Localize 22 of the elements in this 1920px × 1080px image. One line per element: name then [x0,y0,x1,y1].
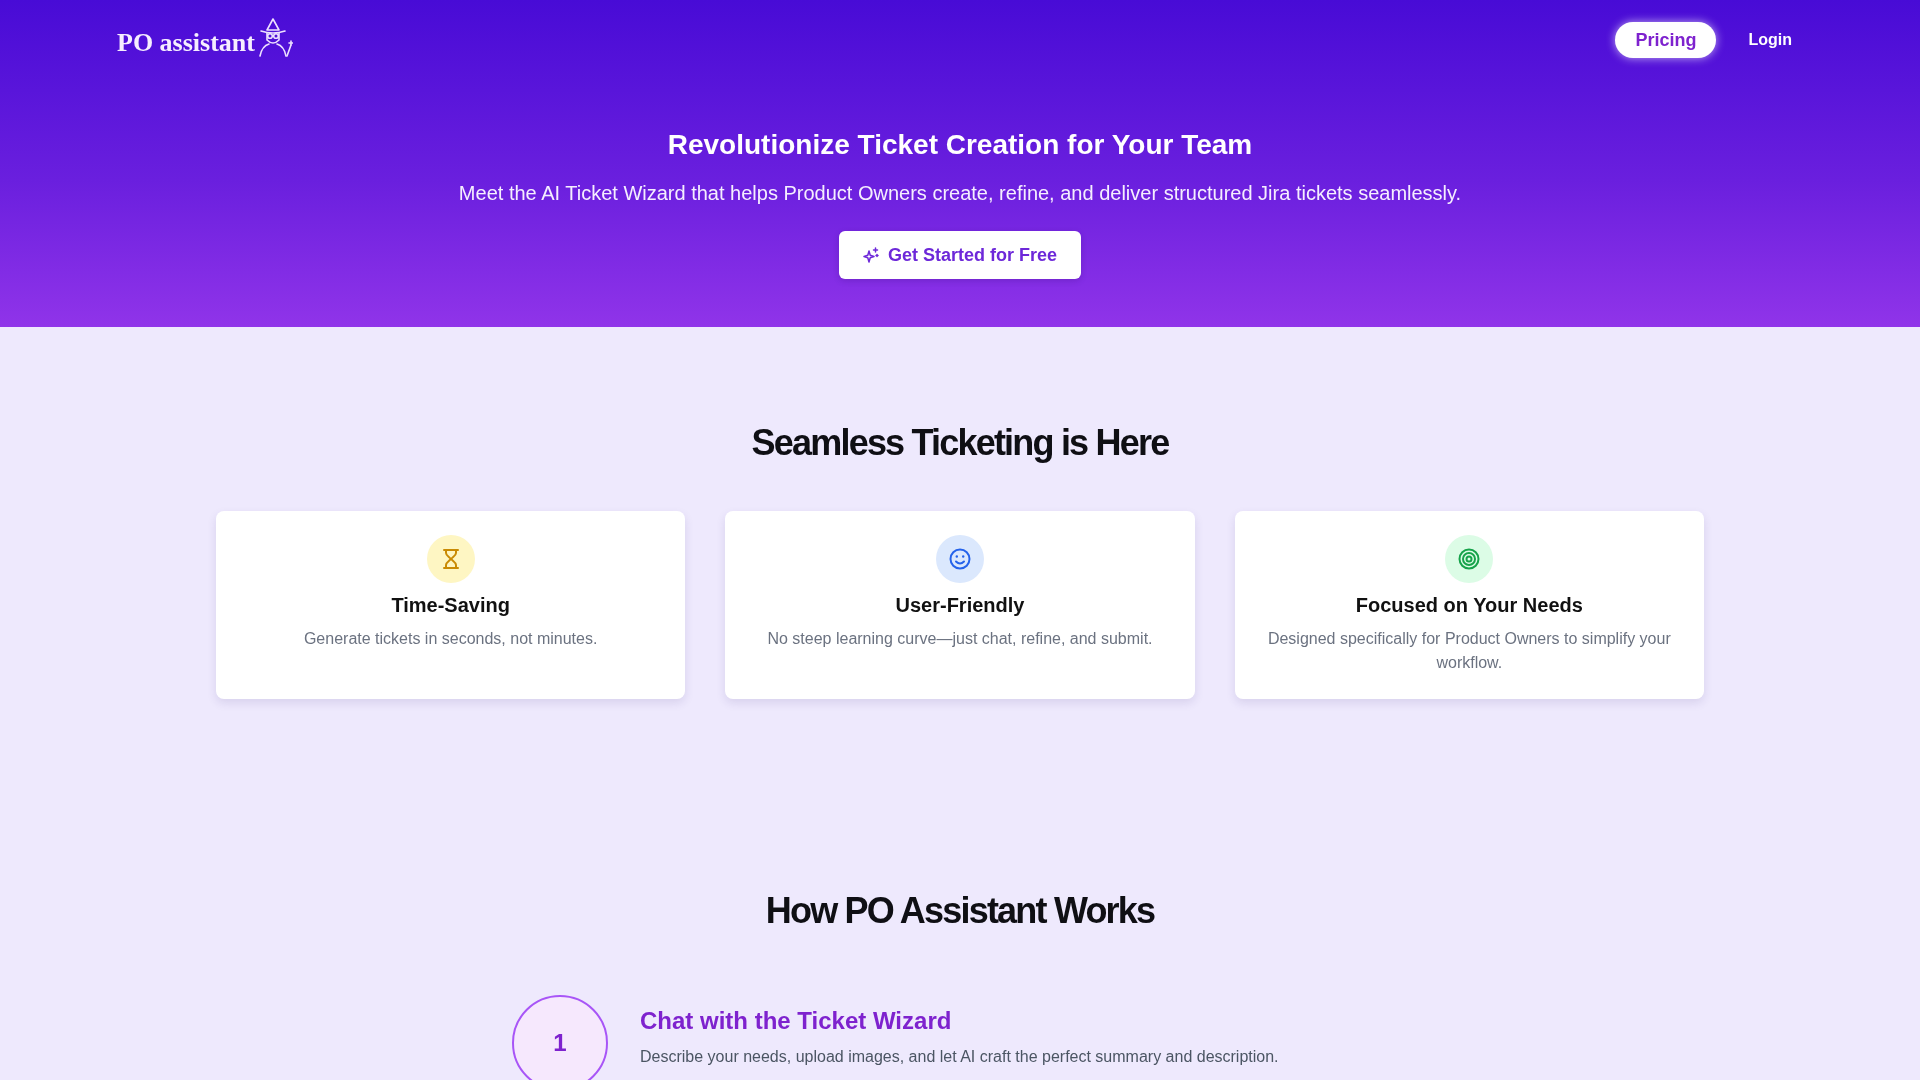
smiley-icon [936,535,984,583]
nav-link[interactable]: Login [1732,22,1808,58]
step-title: Chat with the Ticket Wizard [640,1006,952,1036]
card-title: Time-Saving [391,593,510,618]
card-description: No steep learning curve—just chat, refine, and submit. [767,629,1153,649]
sparkle-icon [862,247,879,263]
get-started-button[interactable]: Get Started for Free [838,231,1081,279]
card-description: Generate tickets in seconds, not minutes. [303,629,598,649]
card-title: User-Friendly [895,593,1025,618]
section-heading: Seamless Ticketing is Here [751,423,1169,463]
nav-button[interactable]: Pricing [1615,22,1717,58]
hourglass-icon [426,535,475,583]
hero-subtitle: Meet the AI Ticket Wizard that helps Product Owners create, refine, and deliver structured Jira tickets seamlessly. [458,181,1462,206]
section-heading: How PO Assistant Works [765,891,1155,931]
step-description: Describe your needs, upload images, and let AI craft the perfect summary and description. [640,1047,1279,1067]
card-description: Designed specifically for Product Owners to simplify your workflow. [1266,629,1672,673]
card-title: Focused on Your Needs [1355,593,1583,618]
target-icon [1445,535,1494,583]
wizard-icon [258,18,293,58]
hero-title: Revolutionize Ticket Creation for Your Team [667,128,1253,162]
step-number: 1 [512,995,608,1080]
logo-text[interactable]: PO assistant [117,27,255,59]
